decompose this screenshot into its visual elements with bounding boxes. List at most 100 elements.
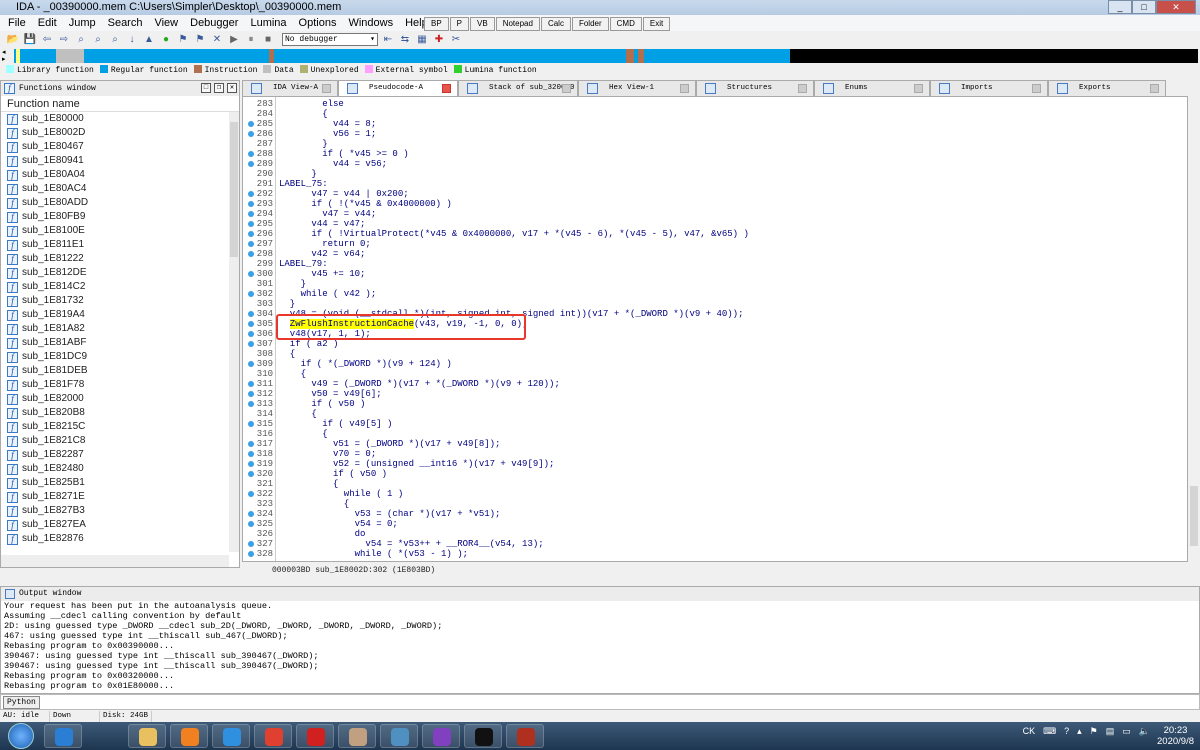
code-line[interactable]: 325 v54 = 0;: [243, 519, 1187, 529]
menu-item-file[interactable]: File: [2, 15, 32, 31]
function-list-item[interactable]: f sub_1E82876: [1, 532, 239, 546]
function-list-item[interactable]: f sub_1E82287: [1, 448, 239, 462]
code-line[interactable]: 308 {: [243, 349, 1187, 359]
menu-item-lumina[interactable]: Lumina: [244, 15, 292, 31]
code-line[interactable]: 288 if ( *v45 >= 0 ): [243, 149, 1187, 159]
code-line[interactable]: 301 }: [243, 279, 1187, 289]
menu-item-view[interactable]: View: [148, 15, 184, 31]
language-indicator[interactable]: CK: [1023, 726, 1036, 737]
breakpoint-dot-icon[interactable]: [248, 291, 254, 297]
stop-icon[interactable]: ■: [261, 33, 275, 46]
menu-item-search[interactable]: Search: [102, 15, 149, 31]
tab-stack-of-sub-320020[interactable]: Stack of sub_320020: [458, 80, 578, 96]
function-list-item[interactable]: f sub_1E80000: [1, 112, 239, 126]
function-list-item[interactable]: f sub_1E80A04: [1, 168, 239, 182]
code-line[interactable]: 294 v47 = v44;: [243, 209, 1187, 219]
breakpoint-dot-icon[interactable]: [248, 241, 254, 247]
function-list-item[interactable]: f sub_1E821C8: [1, 434, 239, 448]
code-line[interactable]: 298 v42 = v64;: [243, 249, 1187, 259]
breakpoint-dot-icon[interactable]: [248, 151, 254, 157]
run-lumina-icon[interactable]: ●: [159, 33, 173, 46]
scrollbar-thumb[interactable]: [230, 122, 238, 257]
code-line[interactable]: 283 else: [243, 99, 1187, 109]
code-line[interactable]: 310 {: [243, 369, 1187, 379]
function-list-item[interactable]: f sub_1E811E1: [1, 238, 239, 252]
code-line[interactable]: 318 v70 = 0;: [243, 449, 1187, 459]
code-line[interactable]: 297 return 0;: [243, 239, 1187, 249]
tab-structures[interactable]: Structures: [696, 80, 814, 96]
pause-icon[interactable]: ⏸: [244, 33, 258, 46]
close-button[interactable]: ✕: [1156, 0, 1196, 14]
function-list-item[interactable]: f sub_1E80AC4: [1, 182, 239, 196]
code-line[interactable]: 313 if ( v50 ): [243, 399, 1187, 409]
python-button[interactable]: Python: [3, 696, 40, 709]
code-line[interactable]: 307 if ( a2 ): [243, 339, 1187, 349]
menu-item-windows[interactable]: Windows: [342, 15, 399, 31]
breakpoint-dot-icon[interactable]: [248, 321, 254, 327]
breakpoint-dot-icon[interactable]: [248, 461, 254, 467]
tab-ida-view-a[interactable]: IDA View-A: [242, 80, 338, 96]
code-line[interactable]: 317 v51 = (_DWORD *)(v17 + v49[8]);: [243, 439, 1187, 449]
function-list-item[interactable]: f sub_1E80FB9: [1, 210, 239, 224]
taskbar-app-qq[interactable]: [212, 724, 250, 748]
code-line[interactable]: 328 while ( *(v53 - 1) );: [243, 549, 1187, 559]
taskbar-app-hex-editor[interactable]: [422, 724, 460, 748]
function-list-item[interactable]: f sub_1E81F78: [1, 378, 239, 392]
function-list-item[interactable]: f sub_1E8100E: [1, 224, 239, 238]
breakpoint-dot-icon[interactable]: [248, 491, 254, 497]
tab-close-icon[interactable]: [562, 84, 571, 93]
start-debug-icon[interactable]: ▶: [227, 33, 241, 46]
function-list-item[interactable]: f sub_1E81ABF: [1, 336, 239, 350]
breakpoint-dot-icon[interactable]: [248, 421, 254, 427]
code-line[interactable]: 284 {: [243, 109, 1187, 119]
add-icon[interactable]: ✚: [432, 33, 446, 46]
breakpoint-dot-icon[interactable]: [248, 191, 254, 197]
breakpoint-dot-icon[interactable]: [248, 391, 254, 397]
volume-icon[interactable]: 🔈: [1139, 726, 1150, 737]
scrollbar-thumb[interactable]: [1190, 486, 1198, 546]
breakpoint-dot-icon[interactable]: [248, 271, 254, 277]
breakpoint-dot-icon[interactable]: [248, 451, 254, 457]
function-list-item[interactable]: f sub_1E819A4: [1, 308, 239, 322]
column-header-function-name[interactable]: Function name: [1, 96, 239, 112]
taskbar-app-network[interactable]: [380, 724, 418, 748]
code-line[interactable]: 293 if ( !(*v45 & 0x4000000) ): [243, 199, 1187, 209]
tab-imports[interactable]: Imports: [930, 80, 1048, 96]
taskbar-app-folder[interactable]: [128, 724, 166, 748]
step-icon[interactable]: ⇤: [381, 33, 395, 46]
back-icon[interactable]: ⇦: [40, 33, 54, 46]
breakpoint-dot-icon[interactable]: [248, 201, 254, 207]
quick-button-exit[interactable]: Exit: [642, 17, 671, 31]
graph-icon[interactable]: ▲: [142, 33, 156, 46]
vertical-scrollbar[interactable]: [229, 112, 239, 552]
network-icon[interactable]: ▭: [1122, 726, 1131, 737]
breakpoint-dot-icon[interactable]: [248, 131, 254, 137]
breakpoint-dot-icon[interactable]: [248, 211, 254, 217]
breakpoint-dot-icon[interactable]: [248, 401, 254, 407]
function-list-item[interactable]: f sub_1E80467: [1, 140, 239, 154]
code-line[interactable]: 316 {: [243, 429, 1187, 439]
code-line[interactable]: 296 if ( !VirtualProtect(*v45 & 0x400000…: [243, 229, 1187, 239]
search-next-icon[interactable]: ⌕: [108, 33, 122, 46]
menu-item-debugger[interactable]: Debugger: [184, 15, 244, 31]
navigation-band[interactable]: [14, 49, 1198, 63]
tab-enums[interactable]: Enums: [814, 80, 930, 96]
code-line[interactable]: 324 v53 = (char *)(v17 + *v51);: [243, 509, 1187, 519]
code-line[interactable]: 300 v45 += 10;: [243, 269, 1187, 279]
show-hidden-icons[interactable]: ▴: [1077, 726, 1082, 737]
code-line[interactable]: 299 LABEL_79:: [243, 259, 1187, 269]
tools-icon[interactable]: ✂: [449, 33, 463, 46]
breakpoint-dot-icon[interactable]: [248, 331, 254, 337]
horizontal-scrollbar[interactable]: [1, 555, 229, 567]
code-line[interactable]: 302 while ( v42 );: [243, 289, 1187, 299]
text-search-icon[interactable]: ⌕: [91, 33, 105, 46]
code-line[interactable]: 327 v54 = *v53++ + __ROR4__(v54, 13);: [243, 539, 1187, 549]
help-icon[interactable]: ?: [1064, 726, 1069, 737]
quick-button-p[interactable]: P: [449, 17, 470, 31]
function-list-item[interactable]: f sub_1E814C2: [1, 280, 239, 294]
breakpoint-dot-icon[interactable]: [248, 381, 254, 387]
breakpoint-dot-icon[interactable]: [248, 511, 254, 517]
function-list-item[interactable]: f sub_1E8215C: [1, 420, 239, 434]
save-icon[interactable]: 💾: [23, 33, 37, 46]
code-line[interactable]: 326 do: [243, 529, 1187, 539]
